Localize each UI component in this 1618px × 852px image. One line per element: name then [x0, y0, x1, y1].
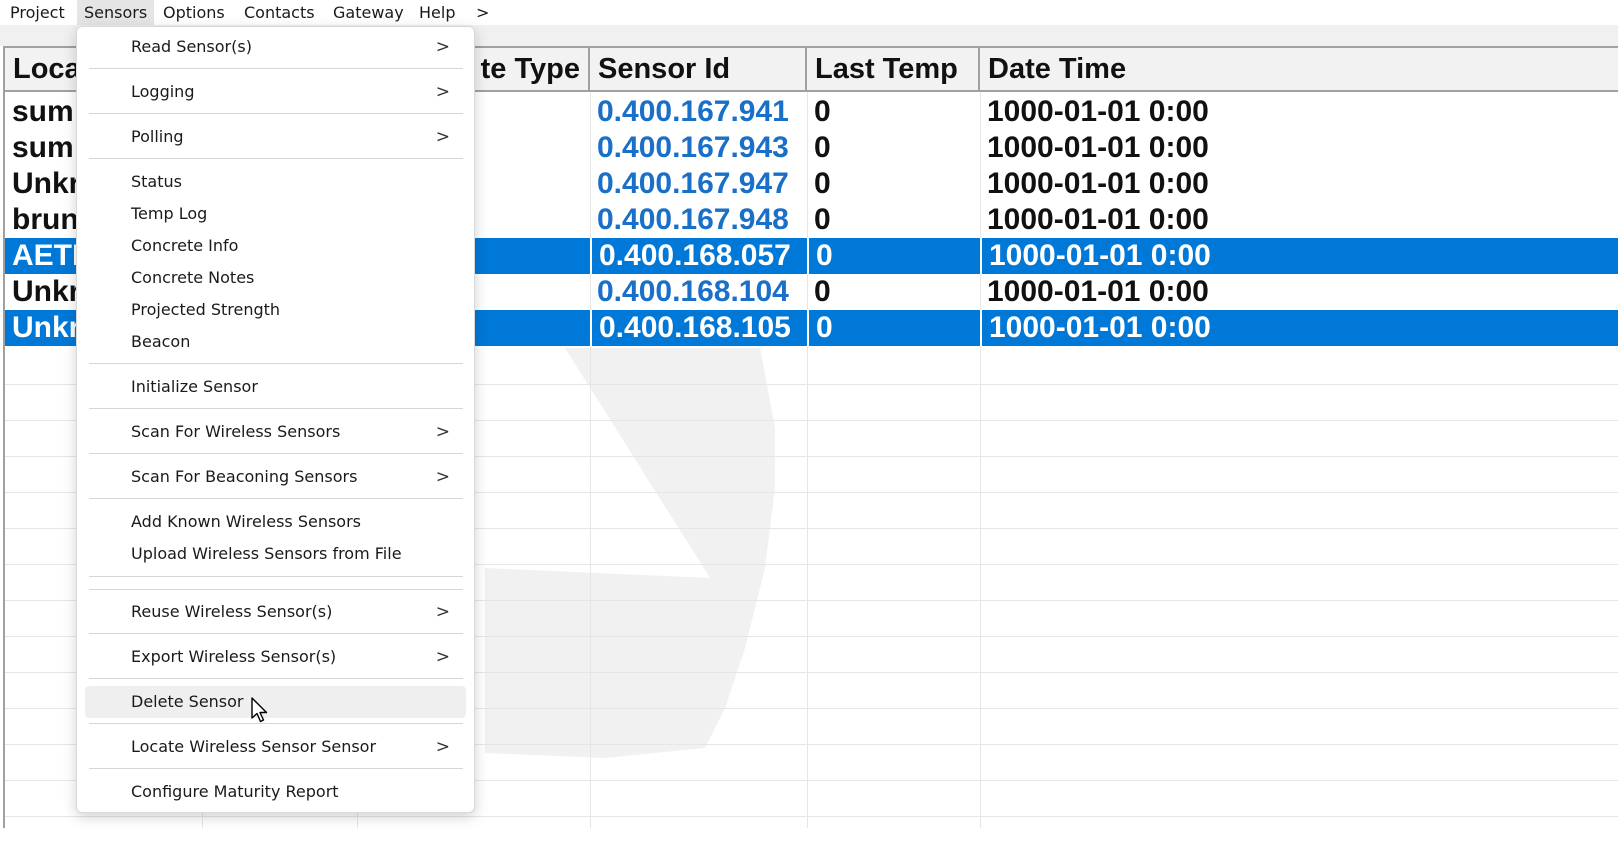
- cell-last-temp: 0: [814, 167, 831, 200]
- cell-sensor-id: 0.400.167.943: [597, 131, 789, 164]
- menu-item-label: Status: [131, 172, 182, 191]
- menu-item-logging[interactable]: Logging >: [85, 76, 466, 108]
- cell-sensor-id: 0.400.167.941: [597, 95, 789, 128]
- cell-sensor-id: 0.400.168.057: [590, 238, 807, 274]
- menu-separator: [89, 768, 463, 769]
- cell-sensor-id: 0.400.168.105: [590, 310, 807, 346]
- sensors-dropdown-menu: Read Sensor(s) > Logging > Polling > Sta…: [76, 26, 475, 813]
- menu-item-label: Initialize Sensor: [131, 377, 258, 396]
- menu-item-label: Read Sensor(s): [131, 37, 252, 56]
- menu-item-label: Concrete Notes: [131, 268, 255, 287]
- menu-sensors[interactable]: Sensors: [77, 0, 155, 25]
- menu-project[interactable]: Project: [10, 3, 65, 22]
- cell-date-time: 1000-01-01 0:00: [987, 275, 1209, 308]
- menu-item-projected-strength[interactable]: Projected Strength: [85, 294, 466, 326]
- menu-item-label: Delete Sensor: [131, 692, 244, 711]
- menu-item-read-sensors[interactable]: Read Sensor(s) >: [85, 31, 466, 63]
- cell-date-time: 1000-01-01 0:00: [980, 310, 1618, 346]
- cell-date-time: 1000-01-01 0:00: [980, 238, 1618, 274]
- menu-item-label: Add Known Wireless Sensors: [131, 512, 362, 531]
- menu-separator: [89, 113, 463, 114]
- cell-last-temp: 0: [807, 310, 980, 346]
- menu-item-label: Beacon: [131, 332, 191, 351]
- column-header-date-time[interactable]: Date Time: [980, 48, 1618, 90]
- cell-sensor-id: 0.400.167.947: [597, 167, 789, 200]
- menu-item-export-wireless[interactable]: Export Wireless Sensor(s) >: [85, 641, 466, 673]
- menu-item-configure-maturity[interactable]: Configure Maturity Report: [85, 776, 466, 808]
- submenu-arrow-icon: >: [435, 602, 450, 622]
- cell-last-temp: 0: [807, 238, 980, 274]
- menu-options[interactable]: Options: [163, 3, 225, 22]
- submenu-arrow-icon: >: [435, 467, 450, 487]
- menu-separator: [89, 453, 463, 454]
- cell-sensor-id: 0.400.167.948: [597, 203, 789, 236]
- menu-item-temp-log[interactable]: Temp Log: [85, 198, 466, 230]
- menu-separator: [89, 576, 463, 577]
- menu-item-label: Configure Maturity Report: [131, 782, 339, 801]
- menu-separator: [89, 723, 463, 724]
- menu-item-status[interactable]: Status: [85, 166, 466, 198]
- cell-last-temp: 0: [814, 131, 831, 164]
- menu-item-initialize-sensor[interactable]: Initialize Sensor: [85, 371, 466, 403]
- menu-item-scan-beaconing[interactable]: Scan For Beaconing Sensors >: [85, 461, 466, 493]
- menu-item-concrete-info[interactable]: Concrete Info: [85, 230, 466, 262]
- menu-separator: [89, 68, 463, 69]
- menu-item-beacon[interactable]: Beacon: [85, 326, 466, 358]
- menu-item-locate-wireless[interactable]: Locate Wireless Sensor Sensor >: [85, 731, 466, 763]
- menu-separator: [89, 498, 463, 499]
- menu-bar: Project Sensors Options Contacts Gateway…: [0, 0, 1618, 25]
- submenu-arrow-icon: >: [435, 82, 450, 102]
- menu-item-label: Upload Wireless Sensors from File: [131, 544, 402, 563]
- menu-item-label: Export Wireless Sensor(s): [131, 647, 337, 666]
- mouse-pointer-icon: [251, 697, 268, 723]
- menu-separator: [89, 633, 463, 634]
- menu-separator: [89, 158, 463, 159]
- menu-item-label: Scan For Beaconing Sensors: [131, 467, 358, 486]
- menu-item-scan-wireless[interactable]: Scan For Wireless Sensors >: [85, 416, 466, 448]
- cell-date-time: 1000-01-01 0:00: [987, 95, 1209, 128]
- cell-date-time: 1000-01-01 0:00: [987, 167, 1209, 200]
- grid-line: [5, 816, 1618, 817]
- menu-item-polling[interactable]: Polling >: [85, 121, 466, 153]
- menu-separator: [89, 678, 463, 679]
- column-header-last-temp[interactable]: Last Temp: [807, 48, 980, 90]
- menu-separator: [89, 589, 463, 590]
- menu-item-label: Polling: [131, 127, 184, 146]
- cell-last-temp: 0: [814, 95, 831, 128]
- menu-gateway[interactable]: Gateway: [333, 3, 404, 22]
- cell-date-time: 1000-01-01 0:00: [987, 131, 1209, 164]
- menu-item-reuse-wireless[interactable]: Reuse Wireless Sensor(s) >: [85, 596, 466, 628]
- submenu-arrow-icon: >: [435, 737, 450, 757]
- menu-separator: [89, 408, 463, 409]
- menu-item-delete-sensor[interactable]: Delete Sensor: [85, 686, 466, 718]
- cell-last-temp: 0: [814, 203, 831, 236]
- cell-sensor-id: 0.400.168.104: [597, 275, 789, 308]
- submenu-arrow-icon: >: [435, 37, 450, 57]
- menu-item-label: Temp Log: [131, 204, 208, 223]
- menu-contacts[interactable]: Contacts: [244, 3, 315, 22]
- menu-item-label: Concrete Info: [131, 236, 239, 255]
- menu-item-label: Reuse Wireless Sensor(s): [131, 602, 333, 621]
- menu-item-add-known[interactable]: Add Known Wireless Sensors: [85, 506, 466, 538]
- menu-item-upload-from-file[interactable]: Upload Wireless Sensors from File: [85, 538, 466, 570]
- submenu-arrow-icon: >: [435, 422, 450, 442]
- menu-item-concrete-notes[interactable]: Concrete Notes: [85, 262, 466, 294]
- menu-separator: [89, 363, 463, 364]
- menu-item-label: Projected Strength: [131, 300, 281, 319]
- submenu-arrow-icon: >: [435, 647, 450, 667]
- cell-last-temp: 0: [814, 275, 831, 308]
- menu-overflow-chevron[interactable]: >: [476, 3, 489, 22]
- menu-help[interactable]: Help: [419, 3, 455, 22]
- column-header-sensor-id[interactable]: Sensor Id: [590, 48, 807, 90]
- menu-item-label: Scan For Wireless Sensors: [131, 422, 341, 441]
- submenu-arrow-icon: >: [435, 127, 450, 147]
- menu-item-label: Locate Wireless Sensor Sensor: [131, 737, 377, 756]
- cell-date-time: 1000-01-01 0:00: [987, 203, 1209, 236]
- menu-item-label: Logging: [131, 82, 195, 101]
